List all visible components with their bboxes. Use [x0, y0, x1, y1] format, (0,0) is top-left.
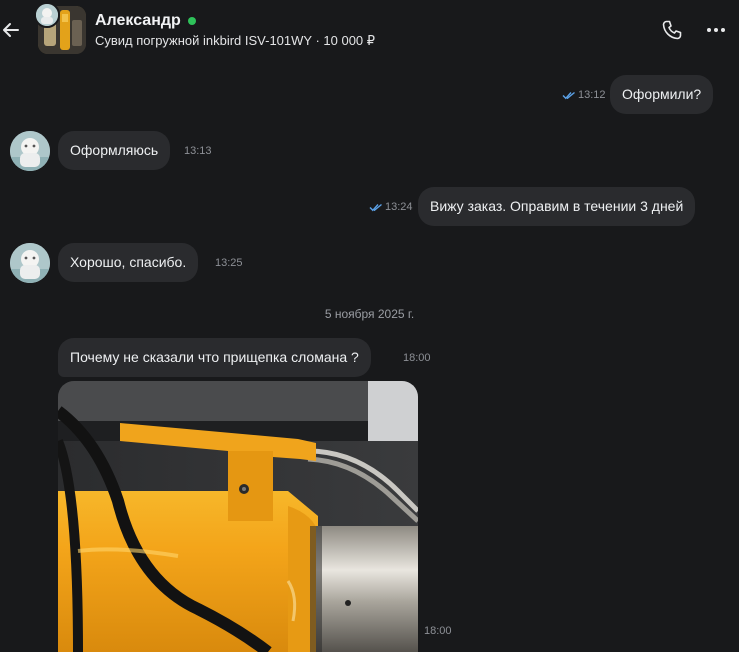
message-time: 13:24	[385, 201, 413, 213]
double-check-icon	[369, 203, 382, 212]
contact-name[interactable]: Александр	[95, 12, 196, 30]
contact-avatar[interactable]	[10, 243, 50, 283]
message-bubble-outgoing[interactable]: Оформили?	[610, 75, 714, 114]
message-time: 13:12	[578, 89, 606, 101]
more-horizontal-icon	[707, 28, 725, 32]
message-time: 18:00	[424, 625, 452, 637]
chat-header: Александр Сувид погружной inkbird ISV-10…	[0, 0, 739, 60]
message-bubble-incoming[interactable]: Оформляюсь	[58, 131, 171, 170]
message-time: 13:25	[215, 257, 243, 269]
message-photo[interactable]	[58, 381, 418, 652]
double-check-icon	[562, 91, 575, 100]
message-time: 18:00	[403, 352, 431, 364]
message-bubble-incoming[interactable]: Хорошо, спасибо.	[58, 243, 199, 282]
chat-window: Александр Сувид погружной inkbird ISV-10…	[0, 0, 739, 652]
more-options-button[interactable]	[704, 18, 728, 42]
online-status-dot	[187, 17, 196, 25]
arrow-left-icon	[3, 23, 19, 37]
listing-subtitle[interactable]: Сувид погружной inkbird ISV-101WY · 10 0…	[95, 33, 375, 49]
call-button[interactable]	[660, 18, 684, 42]
contact-avatar[interactable]	[10, 131, 50, 171]
date-separator: 5 ноября 2025 г.	[324, 307, 415, 321]
contact-name-text: Александр	[95, 12, 181, 29]
message-bubble-outgoing[interactable]: Вижу заказ. Оправим в течении 3 дней	[418, 187, 696, 226]
back-button[interactable]	[0, 16, 22, 44]
photo-image	[58, 381, 418, 652]
phone-icon	[662, 20, 682, 40]
message-time: 13:13	[184, 145, 212, 157]
message-bubble-incoming[interactable]: Почему не сказали что прищепка сломана ?	[58, 338, 371, 377]
contact-avatar-small	[34, 2, 60, 28]
